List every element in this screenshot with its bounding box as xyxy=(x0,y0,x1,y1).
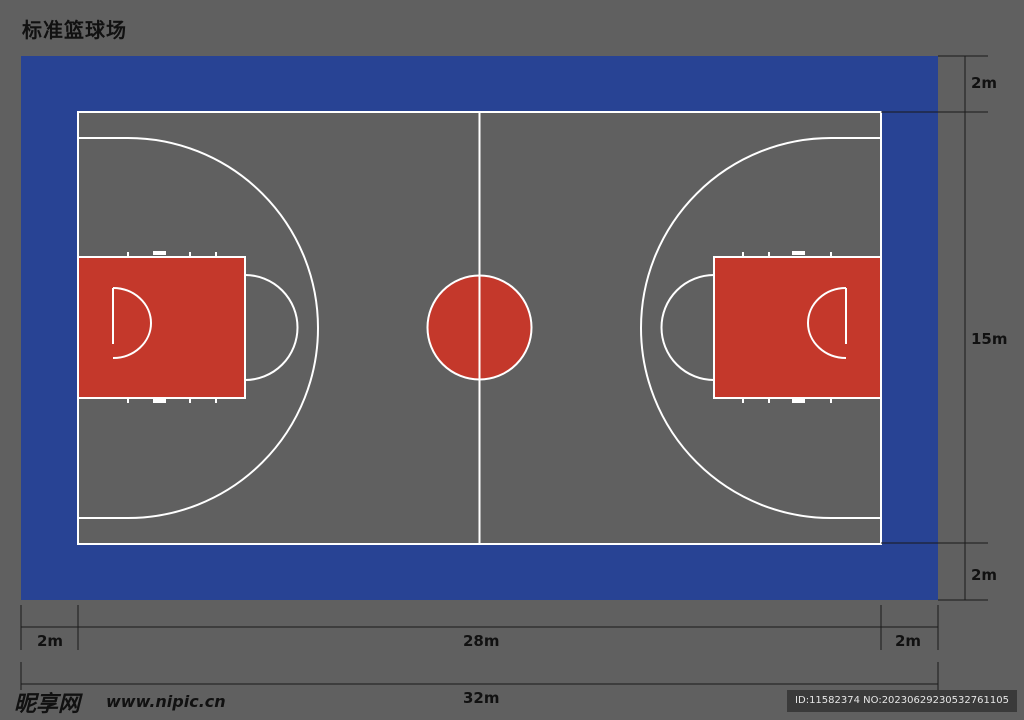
left-key xyxy=(77,256,246,399)
left-border-label: 2m xyxy=(37,632,64,650)
watermark-id: ID:11582374 NO:20230629230532761105 xyxy=(787,690,1017,712)
right-key xyxy=(713,256,882,399)
right-border-label: 2m xyxy=(895,632,922,650)
watermark-logo: 昵享网 xyxy=(14,691,81,717)
court-length-label: 28m xyxy=(463,632,500,650)
watermark-site: www.nipic.cn xyxy=(106,692,226,711)
court-width-label: 15m xyxy=(971,330,1008,348)
bottom-border-label: 2m xyxy=(971,566,998,584)
basketball-court-diagram xyxy=(20,55,988,690)
top-border-label: 2m xyxy=(971,74,998,92)
total-length-label: 32m xyxy=(463,689,500,707)
